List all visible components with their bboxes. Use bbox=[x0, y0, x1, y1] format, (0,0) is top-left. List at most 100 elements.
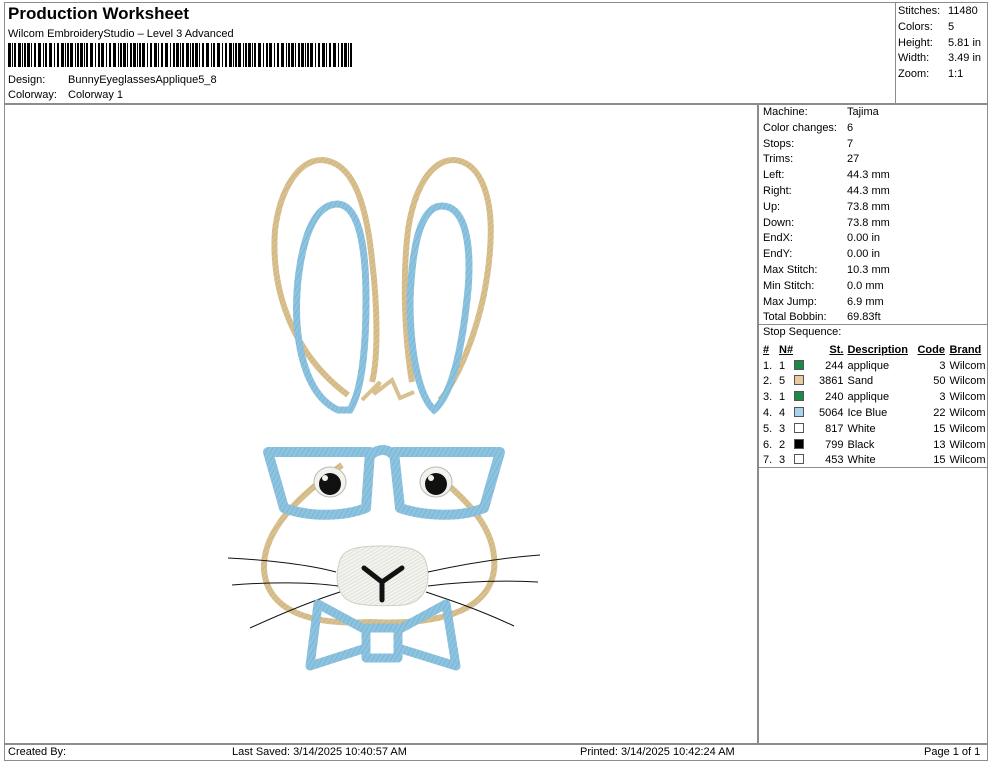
color-swatch bbox=[794, 438, 805, 449]
col-header-index: # bbox=[763, 343, 770, 356]
barcode-bar bbox=[139, 43, 141, 67]
stat-stitches: Stitches: 11480 bbox=[898, 5, 978, 17]
barcode-bar bbox=[288, 43, 290, 67]
row-needle: 1 bbox=[777, 389, 817, 405]
barcode-bar bbox=[333, 43, 336, 67]
barcode-bar bbox=[254, 43, 256, 67]
barcode-bar bbox=[269, 43, 272, 67]
barcode-bar bbox=[31, 43, 32, 67]
colorway-row: Colorway: Colorway 1 bbox=[8, 89, 123, 101]
barcode-bar bbox=[202, 43, 204, 67]
info-trims: Trims: 27 bbox=[763, 153, 860, 166]
forehead-zigzag bbox=[360, 376, 415, 402]
row-brand: Wilcom bbox=[949, 454, 986, 467]
row-stitches: 244 bbox=[825, 359, 844, 372]
col-header-needle: N# bbox=[779, 343, 794, 356]
info-max-jump: Max Jump: 6.9 mm bbox=[763, 295, 884, 308]
stop-sequence-header-row: # N# St. Description Code Brand bbox=[761, 342, 988, 358]
row-description: applique bbox=[847, 359, 890, 372]
info-machine: Machine: Tajima bbox=[763, 106, 879, 118]
row-description: White bbox=[847, 454, 876, 467]
barcode-bar bbox=[235, 43, 237, 67]
info-total-bobbin: Total Bobbin: 69.83ft bbox=[763, 311, 881, 324]
barcode-bar bbox=[274, 43, 275, 67]
barcode-bar bbox=[101, 43, 104, 67]
barcode-bar bbox=[344, 43, 347, 67]
stop-sequence-row: 2. 5 3861 Sand 50 Wilcom bbox=[761, 374, 988, 390]
barcode-bar bbox=[238, 43, 241, 67]
barcode-bar bbox=[80, 43, 83, 67]
barcode-bar bbox=[90, 43, 93, 67]
barcode-bar bbox=[70, 43, 73, 67]
info-down: Down: 73.8 mm bbox=[763, 216, 890, 229]
barcode-bar bbox=[147, 43, 148, 67]
barcode-bar bbox=[229, 43, 232, 67]
row-brand: Wilcom bbox=[949, 438, 986, 451]
barcode-bar bbox=[18, 43, 21, 67]
barcode-bar bbox=[8, 43, 11, 67]
barcode-bar bbox=[315, 43, 316, 67]
barcode-bar bbox=[222, 43, 223, 67]
stats-list: Stitches: 11480 Colors: 5 Height: 5.81 in W… bbox=[898, 4, 981, 83]
stat-width: Width: 3.49 in bbox=[898, 52, 982, 65]
barcode-bar bbox=[43, 43, 44, 67]
barcode-bar bbox=[123, 43, 126, 67]
color-swatch bbox=[794, 391, 805, 402]
colorway-value: Colorway 1 bbox=[68, 89, 124, 101]
row-code: 50 bbox=[933, 375, 946, 388]
embroidery-design-preview bbox=[227, 157, 541, 671]
stat-zoom: Zoom: 1:1 bbox=[898, 68, 964, 81]
stat-colors: Colors: 5 bbox=[898, 20, 955, 33]
barcode-bar bbox=[176, 43, 179, 67]
col-header-code: Code bbox=[917, 343, 945, 356]
row-brand: Wilcom bbox=[949, 407, 986, 420]
barcode-bar bbox=[77, 43, 79, 67]
barcode-bar bbox=[277, 43, 279, 67]
barcode-bar bbox=[38, 43, 41, 67]
info-left: Left: 44.3 mm bbox=[763, 169, 890, 182]
row-brand: Wilcom bbox=[949, 422, 986, 435]
row-brand: Wilcom bbox=[949, 391, 986, 404]
row-description: Ice Blue bbox=[847, 407, 888, 420]
barcode-bar bbox=[130, 43, 132, 67]
design-label: Design: bbox=[8, 74, 46, 86]
footer-printed: Printed: 3/14/2025 10:42:24 AM bbox=[580, 746, 735, 758]
row-stitches: 799 bbox=[825, 438, 844, 451]
barcode-bar bbox=[118, 43, 119, 67]
barcode-bar bbox=[348, 43, 349, 67]
barcode-bar bbox=[217, 43, 220, 67]
row-description: Black bbox=[847, 438, 875, 451]
barcode-bar bbox=[252, 43, 253, 67]
info-stops: Stops: 7 bbox=[763, 137, 854, 150]
barcode-bar bbox=[307, 43, 309, 67]
barcode-bar bbox=[161, 43, 163, 67]
barcode-bar bbox=[326, 43, 327, 67]
barcode-bar bbox=[173, 43, 175, 67]
stop-sequence-row: 7. 3 453 White 15 Wilcom bbox=[761, 453, 988, 469]
colorway-label: Colorway: bbox=[8, 89, 57, 101]
col-header-brand: Brand bbox=[949, 343, 982, 356]
row-code: 3 bbox=[939, 359, 946, 372]
barcode-bar bbox=[120, 43, 122, 67]
row-stitches: 240 bbox=[825, 391, 844, 404]
stop-sequence-row: 5. 3 817 White 15 Wilcom bbox=[761, 421, 988, 437]
info-endy: EndY: 0.00 in bbox=[763, 248, 881, 261]
barcode-bar bbox=[158, 43, 159, 67]
barcode-bar bbox=[206, 43, 209, 67]
row-description: White bbox=[847, 422, 876, 435]
row-stitches: 5064 bbox=[819, 407, 844, 420]
row-index: 3. bbox=[763, 391, 773, 404]
page-title: Production Worksheet bbox=[8, 4, 190, 23]
row-code: 22 bbox=[933, 407, 946, 420]
blue-inner-ears bbox=[293, 200, 473, 415]
barcode-bar bbox=[57, 43, 59, 67]
barcode-bar bbox=[98, 43, 100, 67]
barcode-bar bbox=[233, 43, 234, 67]
software-subtitle: Wilcom EmbroideryStudio – Level 3 Advanc… bbox=[8, 28, 234, 40]
barcode-bar bbox=[133, 43, 136, 67]
barcode-bar bbox=[263, 43, 264, 67]
row-description: applique bbox=[847, 391, 890, 404]
row-brand: Wilcom bbox=[949, 375, 986, 388]
barcode-bar bbox=[298, 43, 300, 67]
row-needle: 2 bbox=[777, 437, 817, 453]
